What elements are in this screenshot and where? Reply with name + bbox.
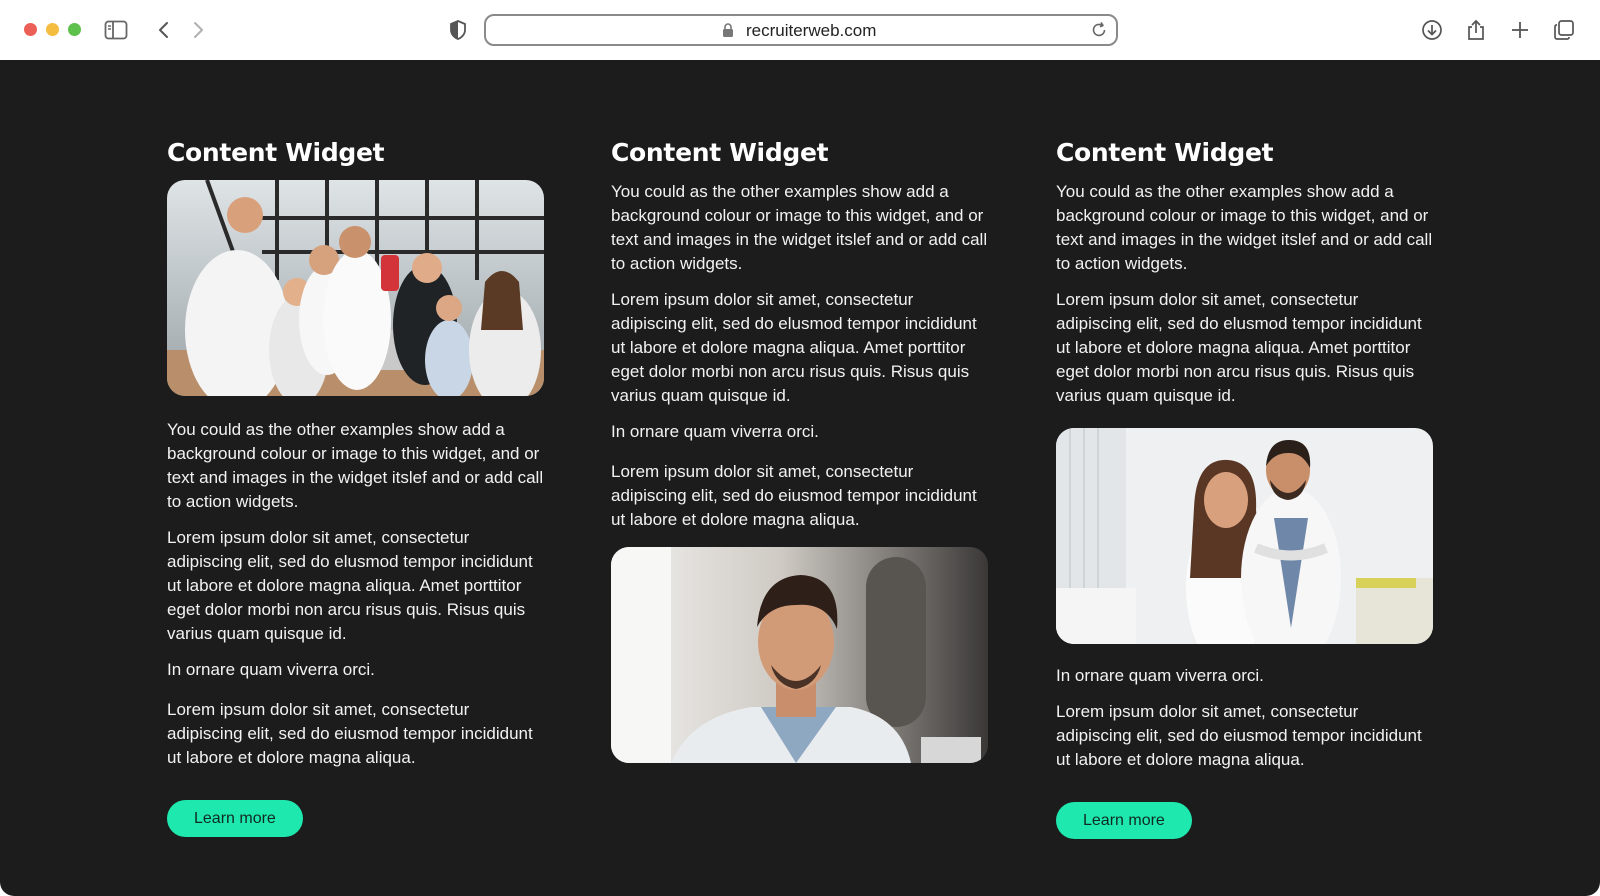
widget-paragraph: In ornare quam viverra orci. [611,422,819,441]
learn-more-button[interactable]: Learn more [1056,802,1192,839]
widget-paragraph: Lorem ipsum dolor sit amet, consectetur … [1056,290,1422,405]
team-office-photo [167,180,544,396]
content-widget-3: Content Widget You could as the other ex… [1056,138,1436,839]
content-widget-2: Content Widget You could as the other ex… [611,138,991,763]
widget-paragraph: Lorem ipsum dolor sit amet, consectetur … [611,290,977,405]
learn-more-button[interactable]: Learn more [167,800,303,837]
widget-paragraph: Lorem ipsum dolor sit amet, consectetur … [1056,702,1422,769]
widget-title: Content Widget [167,138,385,167]
widget-paragraph: In ornare quam viverra orci. [167,660,375,679]
close-window-button[interactable] [24,23,37,36]
download-icon[interactable] [1420,18,1444,42]
new-tab-plus-icon[interactable] [1508,18,1532,42]
widget-title: Content Widget [1056,138,1274,167]
doctors-photo [1056,428,1433,644]
share-icon[interactable] [1464,18,1488,42]
widget-paragraph: You could as the other examples show add… [611,182,988,273]
tabs-overview-icon[interactable] [1552,18,1576,42]
privacy-shield-icon[interactable] [446,18,470,42]
back-chevron-icon[interactable] [152,18,176,42]
sidebar-icon[interactable] [104,18,128,42]
reload-icon[interactable] [1090,21,1108,44]
forward-chevron-icon[interactable] [186,18,210,42]
widget-paragraph: In ornare quam viverra orci. [1056,666,1264,685]
url-text: recruiterweb.com [746,21,877,40]
content-widget-1: Content Widget You could as the other ex… [167,138,547,837]
widget-title: Content Widget [611,138,829,167]
widget-paragraph: You could as the other examples show add… [167,420,544,511]
widget-paragraph: You could as the other examples show add… [1056,182,1433,273]
widget-paragraph: Lorem ipsum dolor sit amet, consectetur … [611,462,977,529]
zoom-window-button[interactable] [68,23,81,36]
address-bar[interactable]: recruiterweb.com [484,14,1118,46]
page-content: Content Widget You could as the other ex… [0,60,1600,896]
browser-toolbar: recruiterweb.com [0,0,1600,60]
young-man-portrait-photo [611,547,988,763]
lock-icon [722,23,734,43]
widget-paragraph: Lorem ipsum dolor sit amet, consectetur … [167,528,533,643]
minimize-window-button[interactable] [46,23,59,36]
widget-paragraph: Lorem ipsum dolor sit amet, consectetur … [167,700,533,767]
